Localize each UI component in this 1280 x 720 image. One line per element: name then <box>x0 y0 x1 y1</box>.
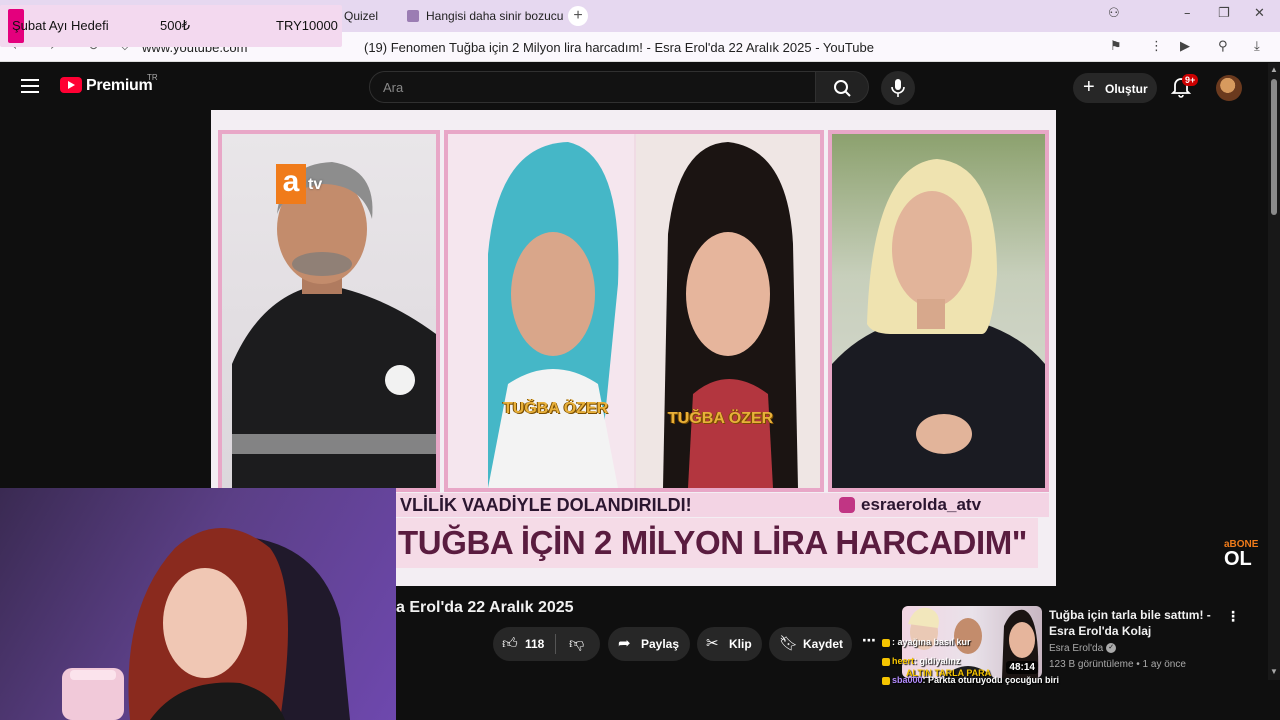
banner-handle-text: esraerolda_atv <box>861 495 982 514</box>
bookmark-save-icon: 🔖︎ <box>779 634 799 652</box>
search-icon <box>834 80 851 97</box>
recommendation-title[interactable]: Tuğba için tarla bile sattım! - Esra Ero… <box>1049 607 1219 639</box>
voice-search-button[interactable] <box>881 71 915 105</box>
tab-hangisi[interactable]: Hangisi daha sinir bozucu <box>407 4 563 28</box>
clip-button[interactable]: ✂ Klip <box>697 627 762 661</box>
video-panel-left: a tv <box>218 130 440 492</box>
page-scrollbar[interactable]: ▲ ▼ <box>1268 63 1280 680</box>
share-label: Paylaş <box>641 637 680 651</box>
name-tag-left: TUĞBA ÖZER <box>503 400 609 417</box>
chat-text: : Parkta oturuyodu çocuğun biri <box>922 675 1060 685</box>
share-icon: ➦ <box>618 634 631 652</box>
instagram-icon <box>839 497 855 513</box>
recommendation-channel-name: Esra Erol'da <box>1049 643 1104 654</box>
goal-label: Şubat Ayı Hedefi <box>12 18 109 33</box>
tab-favicon-icon <box>407 10 419 22</box>
scroll-down-icon[interactable]: ▼ <box>1270 667 1278 676</box>
chat-badge-icon <box>882 676 890 685</box>
close-icon[interactable]: ✕ <box>1254 6 1265 21</box>
chat-message: : ayağına basıl kur <box>882 637 971 647</box>
more-actions-icon[interactable]: ⋯ <box>862 632 876 649</box>
chat-message: heert: gidiyalınz <box>882 656 961 666</box>
donation-goal-widget: Şubat Ayı Hedefi 500₺ TRY10000 <box>0 5 342 47</box>
banner-handle: esraerolda_atv <box>833 493 1049 517</box>
banner-headline: TUĞBA İÇİN 2 MİLYON LİRA HARCADIM" <box>396 518 1038 568</box>
recommendation-duration: 48:14 <box>1006 661 1038 674</box>
goal-current: 500₺ <box>160 18 190 33</box>
man-figure <box>232 162 436 488</box>
notifications-badge: 9+ <box>1182 74 1199 86</box>
recommendation-meta: 123 B görüntüleme • 1 ay önce <box>1049 659 1186 670</box>
menu-dots-icon[interactable]: ⋮ <box>1150 39 1163 54</box>
search-input[interactable] <box>370 72 815 102</box>
atv-logo-icon: a <box>276 164 306 204</box>
bookmark-icon[interactable]: ⚑ <box>1110 39 1122 54</box>
save-button[interactable]: 🔖︎ Kaydet <box>769 627 852 661</box>
download-icon[interactable]: ⤓ <box>1254 39 1260 54</box>
chat-message: sba000: Parkta oturuyodu çocuğun biri <box>882 675 1059 685</box>
chat-badge-icon <box>882 657 890 666</box>
search-button[interactable] <box>815 71 869 103</box>
chat-text: : ayağına basıl kur <box>892 637 971 647</box>
youtube-logo-icon[interactable] <box>60 77 82 93</box>
like-count[interactable]: 118 <box>525 637 544 651</box>
clip-label: Klip <box>729 637 752 651</box>
new-tab-button[interactable]: + <box>568 6 588 26</box>
thumbs-up-icon[interactable]: 👍︎ <box>502 634 518 653</box>
create-label: Oluştur <box>1105 82 1148 96</box>
photos-figure <box>448 134 820 488</box>
profile-icon[interactable]: ⚇ <box>1108 6 1120 21</box>
create-button[interactable]: + Oluştur <box>1073 73 1157 103</box>
maximize-icon[interactable]: ❐ <box>1218 6 1230 21</box>
tab-label: Quizel <box>344 9 379 23</box>
chat-user: heert <box>892 656 915 666</box>
youtube-header: Premium TR + Oluştur 9+ <box>0 63 1268 110</box>
streamer-figure <box>62 528 350 720</box>
scroll-up-icon[interactable]: ▲ <box>1270 65 1278 74</box>
extension-icon[interactable]: ⚲ <box>1218 39 1228 54</box>
banner-subtitle: VLİLİK VAADİYLE DOLANDIRILDI! <box>396 493 838 517</box>
share-button[interactable]: ➦ Paylaş <box>608 627 690 661</box>
chat-text: : gidiyalınz <box>914 656 961 666</box>
menu-icon[interactable] <box>21 79 39 93</box>
thumbs-down-icon[interactable]: 👎︎ <box>569 634 584 653</box>
host-figure <box>832 159 1045 488</box>
video-title: a Erol'da 22 Aralık 2025 <box>396 599 574 616</box>
tab-label: Hangisi daha sinir bozucu <box>426 9 564 23</box>
save-label: Kaydet <box>803 637 844 651</box>
subscribe-logo: aBONE OL <box>1224 536 1258 570</box>
name-tag-right: TUĞBA ÖZER <box>668 410 774 427</box>
brand-label[interactable]: Premium <box>86 77 153 95</box>
chat-badge-icon <box>882 638 890 647</box>
search-box <box>369 71 816 103</box>
verified-icon: ✓ <box>1106 643 1117 654</box>
video-panel-right <box>828 130 1049 492</box>
recommendation-channel[interactable]: Esra Erol'da ✓ <box>1049 643 1117 654</box>
region-code: TR <box>147 73 158 82</box>
like-divider <box>555 634 556 654</box>
subscribe-logo-bottom: OL <box>1224 548 1252 570</box>
minimize-icon[interactable]: – <box>1184 6 1191 21</box>
microphone-icon <box>891 79 905 97</box>
scissors-icon: ✂ <box>706 634 719 652</box>
atv-logo-text: tv <box>308 176 323 193</box>
avatar[interactable] <box>1216 75 1242 101</box>
chat-user: sba000 <box>892 675 923 685</box>
recommendation-menu-icon[interactable]: ⋮ <box>1226 608 1240 625</box>
player-icon[interactable]: ▶ <box>1180 39 1190 54</box>
webcam-overlay <box>0 488 396 720</box>
scrollbar-thumb[interactable] <box>1271 79 1277 215</box>
goal-target: TRY10000 <box>276 18 338 33</box>
video-panel-middle: TUĞBA ÖZER TUĞBA ÖZER <box>444 130 824 492</box>
plus-icon: + <box>1083 76 1095 98</box>
page-title: (19) Fenomen Tuğba için 2 Milyon lira ha… <box>364 40 874 55</box>
like-dislike-group: 👍︎ 118 👎︎ <box>493 627 600 661</box>
tab-quizel[interactable]: Quizel <box>344 4 378 28</box>
